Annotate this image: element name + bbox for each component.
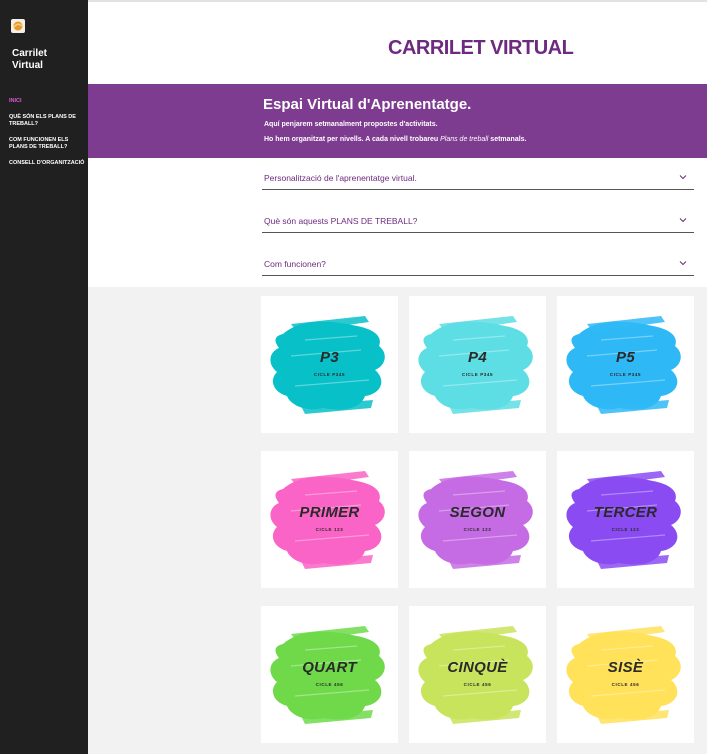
card-p4[interactable]: P4 CICLE P345: [409, 296, 546, 433]
card-segon[interactable]: SEGON CICLE 123: [409, 451, 546, 588]
card-title: TERCER: [593, 504, 658, 521]
card-title: SISÈ: [607, 659, 644, 676]
card-primer[interactable]: PRIMER CICLE 123: [261, 451, 398, 588]
nav-item-consell[interactable]: Consell d'organització: [9, 160, 85, 167]
page-header: CARRILET VIRTUAL: [88, 2, 707, 84]
accordion-com-funcionen[interactable]: Com funcionen?: [262, 256, 694, 276]
card-subtitle: CICLE 123: [463, 527, 492, 532]
chevron-down-icon: [679, 261, 687, 266]
card-p3[interactable]: P3 CICLE P345: [261, 296, 398, 433]
card-title: QUART: [302, 659, 357, 676]
card-title: P5: [616, 349, 635, 366]
card-cinque[interactable]: CINQUÈ CICLE 456: [409, 606, 546, 743]
card-title: P4: [468, 349, 487, 366]
site-logo-icon[interactable]: [11, 19, 25, 33]
card-subtitle: CICLE P345: [461, 372, 494, 377]
card-subtitle: CICLE 456: [611, 682, 640, 687]
card-title: PRIMER: [299, 504, 360, 521]
card-subtitle: CICLE P345: [313, 372, 346, 377]
accordion-label: Personalització de l'aprenentatge virtua…: [264, 173, 417, 183]
sidebar-nav: Inici Què són els plans de treball? Com …: [9, 98, 85, 176]
nav-item-com-funcionen[interactable]: Com funcionen els plans de treball?: [9, 137, 85, 151]
plans-emphasis: Plans de treball: [440, 136, 489, 143]
card-title: P3: [320, 349, 339, 366]
chevron-down-icon: [679, 175, 687, 180]
card-p5[interactable]: P5 CICLE P345: [557, 296, 694, 433]
banner-line-2: Ho hem organitzat per nivells. A cada ni…: [264, 136, 527, 143]
banner-line-2-end: setmanals.: [488, 136, 527, 143]
card-subtitle: CICLE 456: [315, 682, 344, 687]
card-subtitle: CICLE 123: [611, 527, 640, 532]
nav-item-que-son[interactable]: Què són els plans de treball?: [9, 114, 85, 128]
card-tercer[interactable]: TERCER CICLE 123: [557, 451, 694, 588]
sidebar: Carrilet Virtual Inici Què són els plans…: [0, 0, 88, 754]
accordion-label: Què són aquests PLANS DE TREBALL?: [264, 216, 418, 226]
card-title: SEGON: [449, 504, 506, 521]
card-subtitle: CICLE P345: [609, 372, 642, 377]
card-title: CINQUÈ: [447, 659, 508, 676]
accordion-personalitzacio[interactable]: Personalització de l'aprenentatge virtua…: [262, 170, 694, 190]
nav-item-inici[interactable]: Inici: [9, 98, 85, 105]
card-quart[interactable]: QUART CICLE 456: [261, 606, 398, 743]
page-title: CARRILET VIRTUAL: [388, 37, 574, 59]
chevron-down-icon: [679, 218, 687, 223]
accordion-que-son[interactable]: Què són aquests PLANS DE TREBALL?: [262, 213, 694, 233]
card-subtitle: CICLE 123: [315, 527, 344, 532]
banner-heading: Espai Virtual d'Aprenentatge.: [263, 96, 472, 113]
card-subtitle: CICLE 456: [463, 682, 492, 687]
banner-line-1: Aquí penjarem setmanalment propostes d'a…: [264, 121, 438, 128]
accordion-label: Com funcionen?: [264, 259, 326, 269]
banner-line-2-text: Ho hem organitzat per nivells. A cada ni…: [264, 136, 441, 143]
intro-banner: Espai Virtual d'Aprenentatge. Aquí penja…: [88, 84, 707, 158]
site-name[interactable]: Carrilet Virtual: [12, 48, 52, 72]
card-sise[interactable]: SISÈ CICLE 456: [557, 606, 694, 743]
